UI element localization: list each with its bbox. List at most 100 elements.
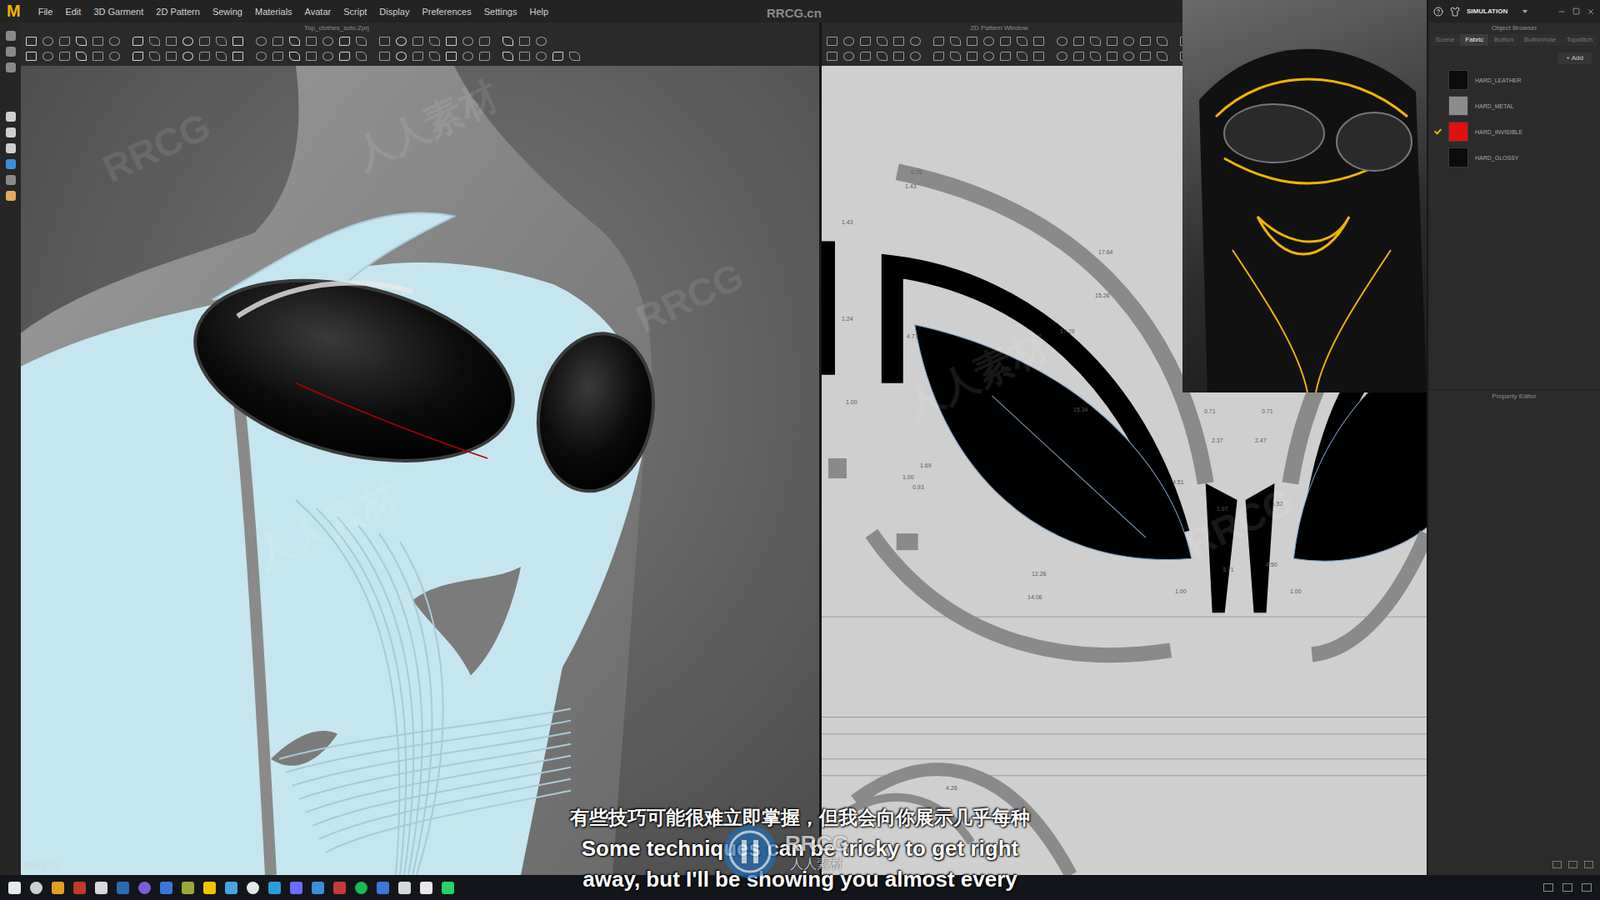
taskbar-app-icon[interactable] xyxy=(246,881,260,895)
tool-icon[interactable] xyxy=(910,51,921,61)
tool-icon[interactable] xyxy=(232,51,244,61)
layout-icon[interactable] xyxy=(1552,860,1562,869)
menu-item[interactable]: Display xyxy=(379,6,410,17)
avatar-tool-icon[interactable] xyxy=(5,190,16,201)
tray-icon[interactable] xyxy=(1562,883,1573,892)
tool-icon[interactable] xyxy=(462,51,474,61)
tool-icon[interactable] xyxy=(1090,36,1101,46)
tool-icon[interactable] xyxy=(232,36,244,46)
taskbar-app-icon[interactable] xyxy=(441,881,455,895)
tool-icon[interactable] xyxy=(289,36,300,46)
menu-item[interactable]: Script xyxy=(343,6,367,17)
tool-icon[interactable] xyxy=(519,36,530,46)
tool-icon[interactable] xyxy=(1033,51,1045,61)
avatar-tool-icon[interactable] xyxy=(5,30,16,41)
tool-icon[interactable] xyxy=(59,36,70,46)
fabric-row[interactable]: HARD_LEATHER xyxy=(1428,69,1600,91)
taskbar-app-icon[interactable] xyxy=(8,881,21,895)
tool-icon[interactable] xyxy=(860,51,871,61)
menu-item[interactable]: 2D Pattern xyxy=(155,6,200,17)
tool-icon[interactable] xyxy=(182,51,194,61)
taskbar-app-icon[interactable] xyxy=(290,881,303,895)
tool-icon[interactable] xyxy=(502,36,514,46)
tool-icon[interactable] xyxy=(272,51,284,61)
menu-item[interactable]: Preferences xyxy=(421,6,471,17)
dropdown-icon[interactable] xyxy=(1522,10,1528,14)
tool-icon[interactable] xyxy=(429,51,440,61)
tool-icon[interactable] xyxy=(1000,51,1011,61)
taskbar-app-icon[interactable] xyxy=(203,881,216,895)
shirt-icon[interactable] xyxy=(1450,6,1460,17)
tool-icon[interactable] xyxy=(412,51,424,61)
fabric-check[interactable] xyxy=(1433,75,1442,85)
tool-icon[interactable] xyxy=(305,51,317,61)
fabric-row[interactable]: HARD_METAL xyxy=(1428,95,1600,117)
taskbar-app-icon[interactable] xyxy=(181,881,195,895)
tool-icon[interactable] xyxy=(289,51,300,61)
tool-icon[interactable] xyxy=(182,36,194,46)
tool-icon[interactable] xyxy=(1016,51,1028,61)
avatar-tool-icon[interactable] xyxy=(5,111,16,122)
object-tab[interactable]: Scene xyxy=(1430,34,1460,46)
tool-icon[interactable] xyxy=(92,36,104,46)
tool-icon[interactable] xyxy=(355,36,367,46)
maximize-icon[interactable] xyxy=(1572,7,1580,15)
tool-icon[interactable] xyxy=(1056,36,1068,46)
tool-icon[interactable] xyxy=(445,36,457,46)
tool-icon[interactable] xyxy=(339,51,350,61)
tool-icon[interactable] xyxy=(1106,51,1118,61)
tool-icon[interactable] xyxy=(983,51,995,61)
avatar-tool-icon[interactable] xyxy=(5,159,16,170)
tool-icon[interactable] xyxy=(109,51,120,61)
taskbar-app-icon[interactable] xyxy=(51,881,65,895)
fabric-check[interactable] xyxy=(1433,153,1442,162)
minimize-icon[interactable] xyxy=(1557,7,1566,16)
object-tab[interactable]: Topstitch xyxy=(1561,34,1598,46)
tool-icon[interactable] xyxy=(92,51,104,61)
tool-icon[interactable] xyxy=(305,36,317,46)
tool-icon[interactable] xyxy=(429,36,440,46)
tool-icon[interactable] xyxy=(826,36,838,46)
tool-icon[interactable] xyxy=(933,36,945,46)
tool-icon[interactable] xyxy=(1073,51,1085,61)
tool-icon[interactable] xyxy=(42,36,54,46)
tool-icon[interactable] xyxy=(910,36,921,46)
menu-item[interactable]: Sewing xyxy=(212,6,243,17)
left-cup[interactable] xyxy=(176,250,533,491)
taskbar-app-icon[interactable] xyxy=(160,881,173,895)
tool-icon[interactable] xyxy=(445,51,457,61)
avatar-tool-icon[interactable] xyxy=(5,62,16,73)
add-button[interactable]: + Add xyxy=(1557,52,1592,65)
tool-icon[interactable] xyxy=(1123,36,1135,46)
tool-icon[interactable] xyxy=(933,51,945,61)
tool-icon[interactable] xyxy=(1140,36,1151,46)
tool-icon[interactable] xyxy=(75,36,87,46)
tool-icon[interactable] xyxy=(215,51,227,61)
tool-icon[interactable] xyxy=(75,51,87,61)
layout-icon[interactable] xyxy=(1568,860,1578,869)
close-icon[interactable] xyxy=(1586,7,1595,16)
tool-icon[interactable] xyxy=(355,51,367,61)
tool-icon[interactable] xyxy=(966,51,978,61)
tool-icon[interactable] xyxy=(339,36,350,46)
tool-icon[interactable] xyxy=(950,51,961,61)
fabric-row[interactable]: HARD_GLOSSY xyxy=(1428,146,1600,169)
garment-3d-drawing[interactable] xyxy=(20,65,820,875)
tool-icon[interactable] xyxy=(149,36,160,46)
tool-icon[interactable] xyxy=(519,51,530,61)
tool-icon[interactable] xyxy=(412,36,424,46)
tool-icon[interactable] xyxy=(272,36,284,46)
object-tab[interactable]: Fabric xyxy=(1460,34,1489,46)
tool-icon[interactable] xyxy=(25,51,37,61)
taskbar-app-icon[interactable] xyxy=(116,881,130,895)
taskbar-app-icon[interactable] xyxy=(420,881,433,895)
tool-icon[interactable] xyxy=(535,51,547,61)
tool-icon[interactable] xyxy=(1016,36,1028,46)
menu-item[interactable]: File xyxy=(38,6,54,17)
taskbar-app-icon[interactable] xyxy=(225,881,238,895)
tool-icon[interactable] xyxy=(479,51,490,61)
tool-icon[interactable] xyxy=(42,51,54,61)
menu-item[interactable]: Edit xyxy=(65,6,81,17)
tool-icon[interactable] xyxy=(843,51,855,61)
menu-item[interactable]: 3D Garment xyxy=(93,6,144,17)
